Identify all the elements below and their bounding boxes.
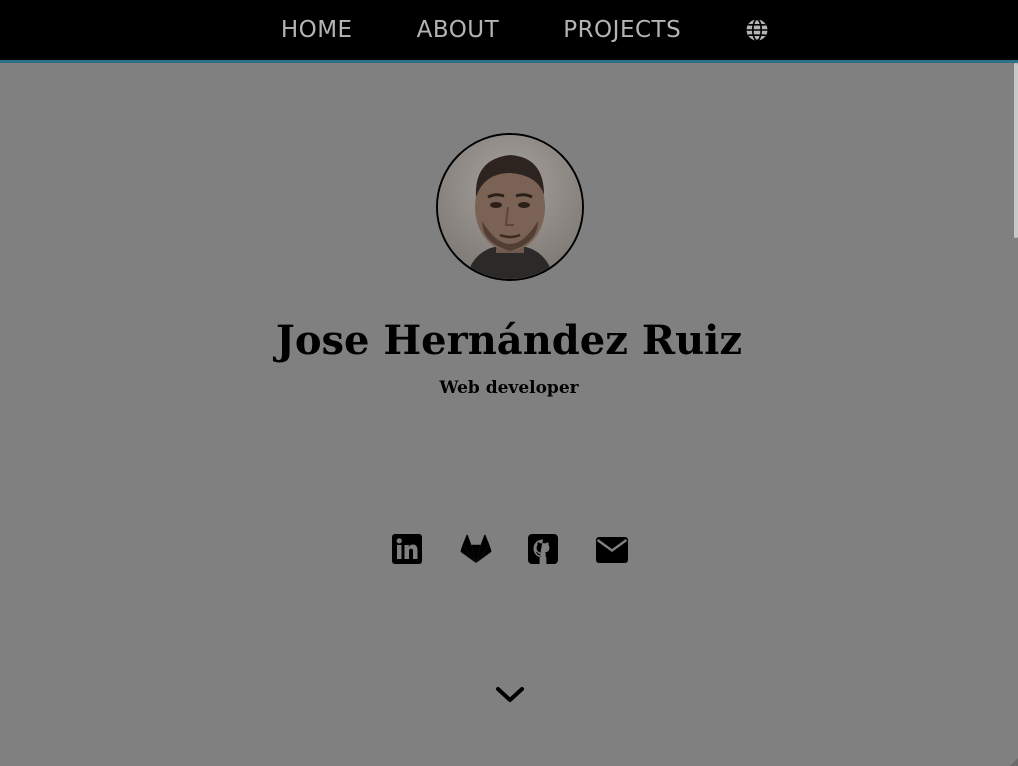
resize-handle[interactable] — [1010, 758, 1018, 766]
navbar: HOME ABOUT PROJECTS — [0, 0, 1018, 63]
nav-about-link[interactable]: ABOUT — [417, 0, 500, 60]
avatar — [436, 133, 584, 281]
scrollbar-thumb[interactable] — [1014, 63, 1018, 238]
nav-home-link[interactable]: HOME — [281, 0, 353, 60]
linkedin-link[interactable] — [392, 534, 424, 568]
profile-role: Web developer — [439, 378, 579, 398]
profile-photo — [438, 135, 582, 279]
github-link[interactable] — [528, 534, 560, 568]
email-link[interactable] — [596, 534, 628, 568]
scrollbar[interactable] — [1014, 63, 1018, 766]
linkedin-icon — [392, 534, 422, 564]
social-links — [0, 534, 1018, 568]
profile-name: Jose Hernández Ruiz — [275, 317, 743, 364]
envelope-icon — [596, 537, 628, 563]
scroll-down-button[interactable] — [494, 683, 526, 707]
language-button[interactable] — [745, 18, 769, 42]
chevron-down-icon — [496, 687, 524, 702]
nav-projects-link[interactable]: PROJECTS — [563, 0, 681, 60]
gitlab-link[interactable] — [460, 534, 492, 568]
gitlab-icon — [460, 534, 492, 563]
globe-icon — [746, 18, 768, 42]
github-icon — [528, 534, 558, 564]
